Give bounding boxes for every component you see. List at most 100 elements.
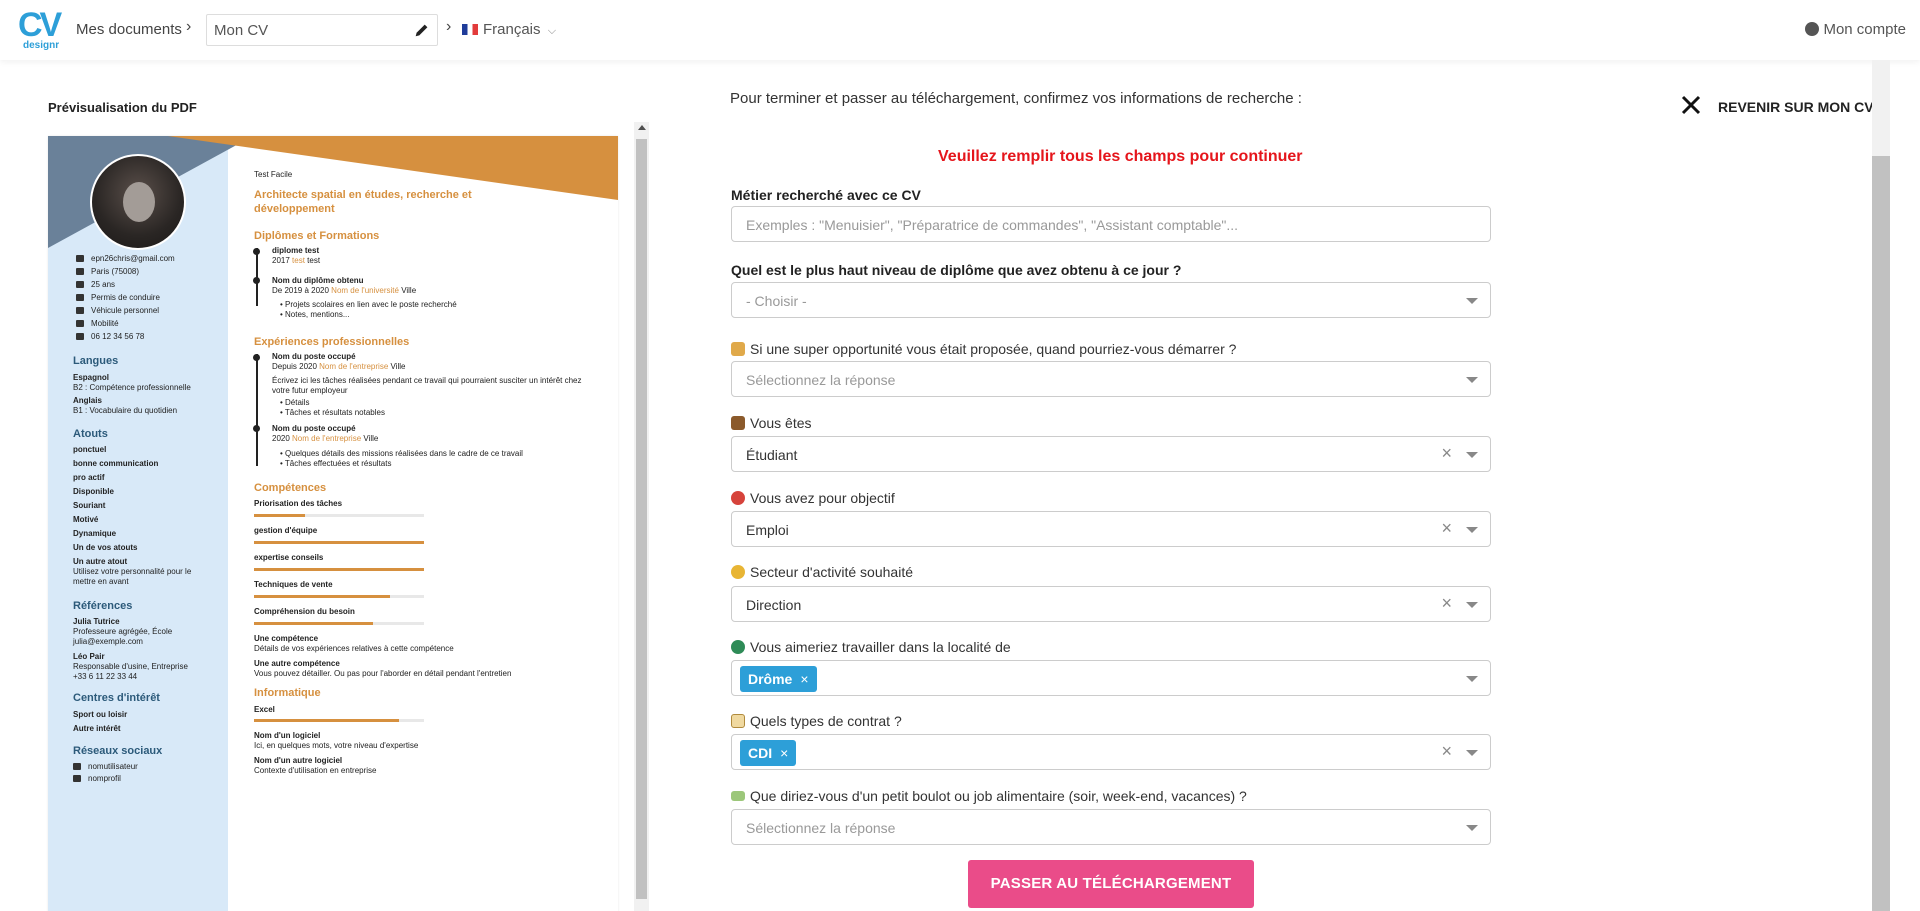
cv-experience-desc: Écrivez ici les tâches réalisées pendant…	[272, 376, 582, 395]
degree-select-value: - Choisir -	[746, 293, 807, 309]
cv-strength-item: pro actif	[73, 473, 105, 482]
chevron-right-icon: ›	[186, 18, 192, 35]
cv-contact-vehicle: Véhicule personnel	[76, 306, 159, 315]
question-start: Si une super opportunité vous était prop…	[731, 341, 1236, 357]
cv-skill-name: Techniques de vente	[254, 580, 333, 589]
location-select[interactable]: Drôme ×	[731, 660, 1491, 696]
chevron-right-icon: ›	[446, 18, 452, 35]
side-job-placeholder: Sélectionnez la réponse	[746, 820, 896, 836]
clear-icon[interactable]: ×	[1441, 444, 1452, 462]
cv-skill-name: Compréhension du besoin	[254, 607, 355, 616]
degree-select[interactable]: - Choisir -	[731, 282, 1491, 318]
chevron-down-icon	[1466, 452, 1478, 458]
close-icon	[1681, 95, 1701, 115]
preview-scrollbar[interactable]	[634, 122, 649, 911]
cv-contact-phone: 06 12 34 56 78	[76, 332, 144, 341]
cv-experience-item: Nom du poste occupé Depuis 2020 Nom de l'…	[272, 352, 406, 371]
cv-contact-address: Paris (75008)	[76, 267, 139, 276]
scroll-up-arrow[interactable]	[638, 125, 646, 130]
cv-contact-mobility: Mobilité	[76, 319, 119, 328]
document-name-value: Mon CV	[214, 22, 269, 39]
hourglass-icon	[731, 342, 745, 356]
timeline-dot	[253, 248, 260, 255]
language-selector[interactable]: Français ⌵	[462, 21, 556, 38]
sector-select[interactable]: Direction ×	[731, 586, 1491, 622]
cv-experience-item: Nom du poste occupé 2020 Nom de l'entrepr…	[272, 424, 379, 443]
memo-icon	[731, 714, 745, 728]
cv-designr-logo[interactable]: CV designr	[18, 6, 68, 54]
cv-experience-bullet: • Tâches effectuées et résultats	[280, 459, 392, 468]
download-button[interactable]: PASSER AU TÉLÉCHARGEMENT	[968, 860, 1254, 908]
cv-skill-bar	[254, 595, 424, 598]
question-sector: Secteur d'activité souhaité	[731, 564, 913, 580]
cv-headline: Architecte spatial en études, recherche …	[254, 189, 472, 215]
clear-icon[interactable]: ×	[1441, 594, 1452, 612]
cv-contact-age: 25 ans	[76, 280, 115, 289]
cv-experience-title: Expériences professionnelles	[254, 336, 410, 348]
account-link[interactable]: Mon compte	[1805, 21, 1906, 38]
sector-value: Direction	[746, 597, 802, 613]
clear-icon[interactable]: ×	[1441, 742, 1452, 760]
side-job-select[interactable]: Sélectionnez la réponse	[731, 809, 1491, 845]
start-select[interactable]: Sélectionnez la réponse	[731, 361, 1491, 397]
goal-select[interactable]: Emploi ×	[731, 511, 1491, 547]
cv-references-title: Références	[73, 600, 133, 612]
clear-icon[interactable]: ×	[1441, 519, 1452, 537]
chip-remove-icon[interactable]: ×	[780, 745, 788, 761]
preview-scroll-thumb[interactable]	[636, 139, 647, 899]
france-flag-icon	[462, 24, 478, 35]
cv-strength-item: Dynamique	[73, 529, 117, 538]
contract-chip[interactable]: CDI ×	[740, 740, 797, 766]
pencil-icon[interactable]	[413, 21, 431, 39]
cv-education-bullet: • Notes, mentions...	[280, 310, 350, 319]
question-side-job: Que diriez-vous d'un petit boulot ou job…	[731, 788, 1247, 804]
logo-subtext: designr	[23, 40, 60, 51]
form-warning: Veuillez remplir tous les champs pour co…	[938, 148, 1303, 165]
chip-remove-icon[interactable]: ×	[800, 671, 808, 687]
cv-reference-item: Léo Pair Responsable d'usine, Entreprise +…	[73, 652, 188, 681]
cv-reference-item: Julia Tutrice Professeure agrégée, École j…	[73, 617, 173, 646]
cv-social-item: nomutilisateur	[73, 762, 138, 771]
cv-experience-bullet: • Quelques détails des missions réalisée…	[280, 449, 523, 458]
cv-strength-item: bonne communication	[73, 459, 159, 468]
cv-interest-item: Autre intérêt	[73, 724, 121, 733]
contract-select[interactable]: CDI × ×	[731, 734, 1491, 770]
goal-value: Emploi	[746, 522, 789, 538]
cv-education-bullet: • Projets scolaires en lien avec le post…	[280, 300, 457, 309]
job-input-placeholder: Exemples : "Menuisier", "Préparatrice de…	[746, 217, 1239, 233]
cv-skills-title: Compétences	[254, 482, 327, 494]
cv-strength-item: ponctuel	[73, 445, 107, 454]
timeline-dot	[253, 425, 260, 432]
cv-education-item: Nom du diplôme obtenu De 2019 à 2020 Nom …	[272, 276, 417, 295]
location-chip[interactable]: Drôme ×	[740, 666, 817, 692]
cv-languages-title: Langues	[73, 355, 119, 367]
question-you-are: Vous êtes	[731, 415, 812, 431]
you-are-select[interactable]: Étudiant ×	[731, 436, 1491, 472]
cv-skill-bar	[254, 568, 424, 571]
cv-it-title: Informatique	[254, 687, 321, 699]
page-scroll-thumb[interactable]	[1872, 156, 1890, 911]
question-location: Vous aimeriez travailler dans la localit…	[731, 639, 1011, 655]
document-name-input[interactable]: Mon CV	[206, 14, 438, 46]
cv-strength-item: Un autre atout Utilisez votre personnalit…	[73, 557, 192, 586]
cv-skill-name: Priorisation des tâches	[254, 499, 343, 508]
cv-experience-bullet: • Détails	[280, 398, 310, 407]
cv-it-bar	[254, 719, 424, 722]
chevron-down-icon	[1466, 750, 1478, 756]
cv-strength-item: Motivé	[73, 515, 99, 524]
question-job: Métier recherché avec ce CV	[731, 187, 921, 203]
cv-name: Test Facile	[254, 170, 293, 179]
cv-skill-name: expertise conseils	[254, 553, 324, 562]
briefcase-icon	[731, 416, 745, 430]
cv-language-item: Espagnol B2 : Compétence professionnelle	[73, 373, 191, 392]
cv-experience-bullet: • Tâches et résultats notables	[280, 408, 385, 417]
cv-skill-text: Une autre compétence Vous pouvez détaille…	[254, 659, 512, 678]
breadcrumb-my-documents[interactable]: Mes documents	[76, 21, 182, 38]
timeline-dot	[253, 277, 260, 284]
page-scrollbar[interactable]	[1872, 60, 1890, 911]
user-circle-icon	[1805, 22, 1820, 36]
chevron-down-icon	[1466, 298, 1478, 304]
logo-text: CV	[18, 6, 62, 44]
cv-skill-bar	[254, 622, 424, 625]
job-input[interactable]: Exemples : "Menuisier", "Préparatrice de…	[731, 206, 1491, 242]
